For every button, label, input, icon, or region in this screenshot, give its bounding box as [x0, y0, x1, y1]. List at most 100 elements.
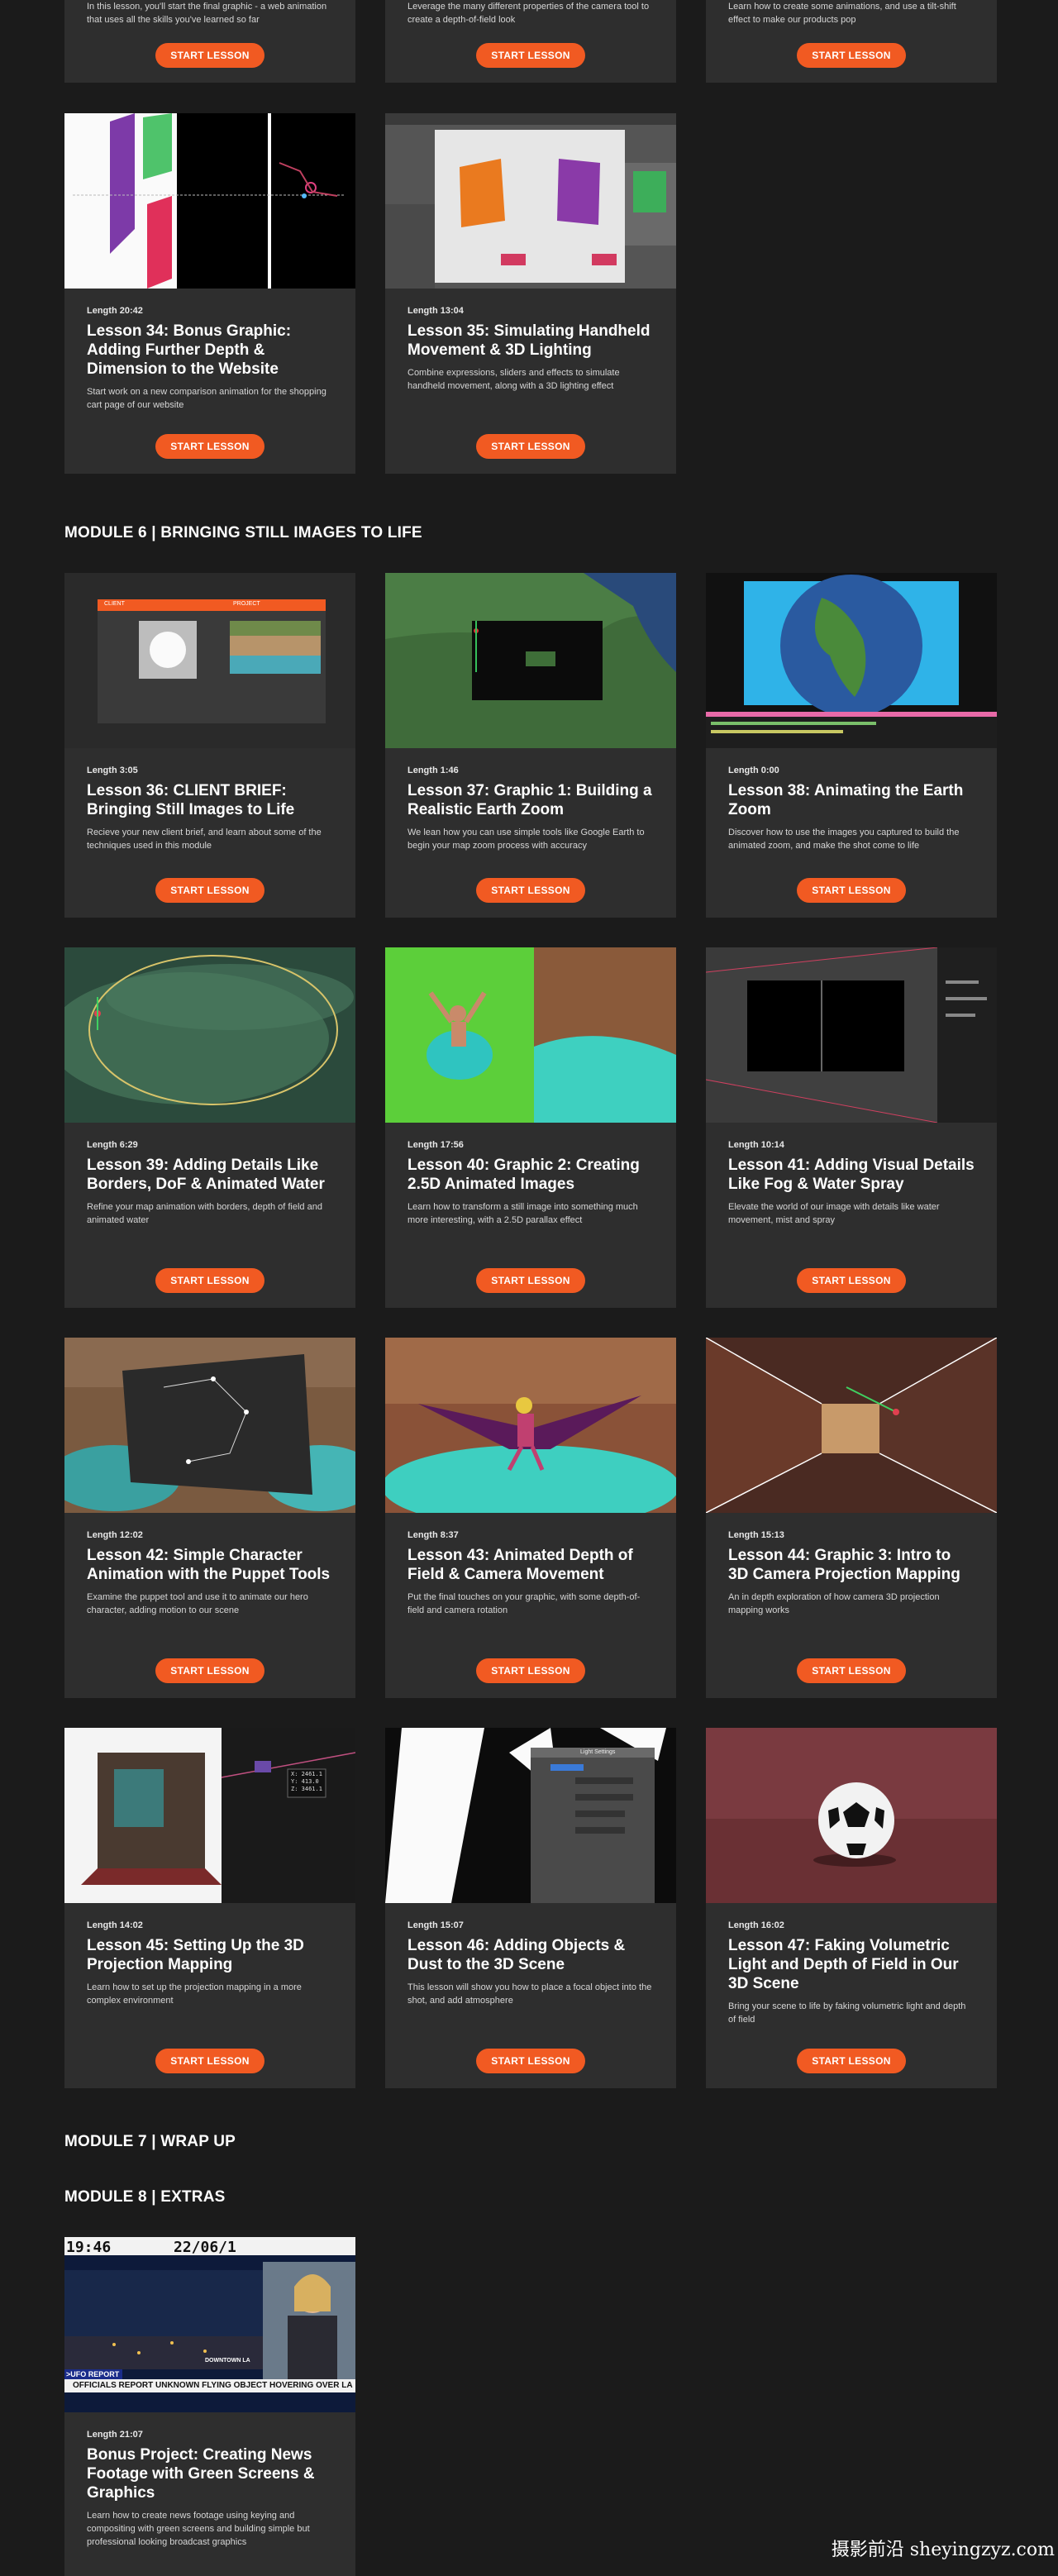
start-lesson-button[interactable]: START LESSON: [797, 878, 906, 903]
lesson-thumbnail[interactable]: [64, 113, 355, 289]
alley-image: [706, 1338, 997, 1513]
lesson-description: Learn how to set up the projection mappi…: [87, 1982, 302, 2006]
start-lesson-button[interactable]: START LESSON: [155, 1268, 264, 1293]
lesson-title[interactable]: Lesson 44: Graphic 3: Intro to 3D Camera…: [728, 1546, 975, 1584]
lesson-thumbnail[interactable]: 19:46 22/06/1 >UFO REPORT DOWNTOWN LA OF…: [64, 2237, 355, 2412]
lesson-thumbnail[interactable]: [385, 1338, 676, 1513]
lesson-description: Leverage the many different properties o…: [407, 2, 650, 25]
start-lesson-button[interactable]: START LESSON: [476, 1658, 585, 1683]
lesson-length: Length 10:14: [728, 1140, 784, 1150]
room-image: [64, 1728, 355, 1903]
module5-partial-row: In this lesson, you'll start the final g…: [64, 0, 997, 83]
lesson-title[interactable]: Lesson 36: CLIENT BRIEF: Bringing Still …: [87, 781, 333, 819]
readout-x: X: 2461.1: [291, 1771, 322, 1777]
lesson-description: Learn how to create news footage using k…: [87, 2511, 310, 2547]
lesson-description: Refine your map animation with borders, …: [87, 1202, 322, 1225]
start-lesson-button[interactable]: START LESSON: [476, 1268, 585, 1293]
puppet-image: [64, 1338, 355, 1513]
start-lesson-button[interactable]: START LESSON: [797, 1268, 906, 1293]
lesson-length: Length 12:02: [87, 1530, 143, 1540]
lesson-thumbnail[interactable]: [385, 947, 676, 1123]
lesson-title[interactable]: Lesson 46: Adding Objects & Dust to the …: [407, 1936, 654, 1974]
earth-map-image: [385, 573, 676, 748]
lesson-card: Length 20:42 Lesson 34: Bonus Graphic: A…: [64, 113, 355, 474]
lesson-description: Examine the puppet tool and use it to an…: [87, 1592, 308, 1615]
lesson-description: Put the final touches on your graphic, w…: [407, 1592, 641, 1615]
start-lesson-button[interactable]: START LESSON: [155, 2049, 264, 2073]
lesson-card: Learn how to create some animations, and…: [706, 0, 997, 83]
start-lesson-button[interactable]: START LESSON: [476, 43, 585, 68]
lesson-thumbnail[interactable]: Light Settings: [385, 1728, 676, 1903]
lesson-title[interactable]: Bonus Project: Creating News Footage wit…: [87, 2445, 333, 2502]
bird-man-image: [385, 1338, 676, 1513]
lesson-thumbnail[interactable]: [64, 947, 355, 1123]
coordinate-readout: X: 2461.1 Y: 413.0 Z: 3461.1: [291, 1771, 322, 1793]
lesson-length: Length 1:46: [407, 766, 459, 775]
start-lesson-button[interactable]: START LESSON: [155, 434, 264, 459]
lesson-card: Light Settings Length 15:07 Lesson 46: A…: [385, 1728, 676, 2088]
lesson-thumbnail[interactable]: CLIENT PROJECT: [64, 573, 355, 748]
lesson-title[interactable]: Lesson 45: Setting Up the 3D Projection …: [87, 1936, 333, 1974]
start-lesson-button[interactable]: START LESSON: [476, 2049, 585, 2073]
lesson-thumbnail[interactable]: [385, 113, 676, 289]
lesson-card: Leverage the many different properties o…: [385, 0, 676, 83]
lesson-length: Length 16:02: [728, 1920, 784, 1930]
lesson-card: Length 17:56 Lesson 40: Graphic 2: Creat…: [385, 947, 676, 1308]
start-lesson-button[interactable]: START LESSON: [155, 43, 264, 68]
lesson-title[interactable]: Lesson 38: Animating the Earth Zoom: [728, 781, 975, 819]
start-lesson-button[interactable]: START LESSON: [476, 878, 585, 903]
lesson-title[interactable]: Lesson 47: Faking Volumetric Light and D…: [728, 1936, 975, 1993]
lesson-title[interactable]: Lesson 42: Simple Character Animation wi…: [87, 1546, 333, 1584]
lesson-length: Length 8:37: [407, 1530, 459, 1540]
lesson-title[interactable]: Lesson 41: Adding Visual Details Like Fo…: [728, 1156, 975, 1194]
start-lesson-button[interactable]: START LESSON: [797, 43, 906, 68]
lesson-title[interactable]: Lesson 43: Animated Depth of Field & Cam…: [407, 1546, 654, 1584]
lesson-length: Length 20:42: [87, 306, 143, 316]
lesson-description: Learn how to create some animations, and…: [728, 2, 956, 25]
lesson-title[interactable]: Lesson 34: Bonus Graphic: Adding Further…: [87, 322, 333, 379]
lesson-thumbnail[interactable]: X: 2461.1 Y: 413.0 Z: 3461.1: [64, 1728, 355, 1903]
client-brief-image: [64, 573, 355, 748]
lesson-title[interactable]: Lesson 37: Graphic 1: Building a Realist…: [407, 781, 654, 819]
lesson-thumbnail[interactable]: [64, 1338, 355, 1513]
module8-grid: 19:46 22/06/1 >UFO REPORT DOWNTOWN LA OF…: [64, 2237, 997, 2576]
lesson-length: Length 3:05: [87, 766, 138, 775]
lesson-thumbnail[interactable]: [706, 1728, 997, 1903]
lesson-thumbnail[interactable]: [706, 573, 997, 748]
lesson-card: Length 0:00 Lesson 38: Animating the Ear…: [706, 573, 997, 918]
news-time: 19:46: [66, 2239, 112, 2256]
lesson-length: Length 15:13: [728, 1530, 784, 1540]
watermark: 摄影前沿 sheyingzyz.com: [831, 2540, 1055, 2560]
lesson-description: Recieve your new client brief, and learn…: [87, 828, 322, 851]
start-lesson-button[interactable]: START LESSON: [155, 1658, 264, 1683]
globe-image: [706, 573, 997, 748]
lesson-title[interactable]: Lesson 39: Adding Details Like Borders, …: [87, 1156, 333, 1194]
client-panel-label: CLIENT: [104, 601, 125, 607]
lesson-length: Length 15:07: [407, 1920, 464, 1930]
panel-title: Light Settings: [580, 1749, 616, 1755]
settings-panel-image: [385, 1728, 676, 1903]
lesson-card: Length 15:13 Lesson 44: Graphic 3: Intro…: [706, 1338, 997, 1698]
start-lesson-button[interactable]: START LESSON: [797, 1658, 906, 1683]
news-tag: >UFO REPORT: [66, 2370, 120, 2378]
start-lesson-button[interactable]: START LESSON: [476, 434, 585, 459]
start-lesson-button[interactable]: START LESSON: [155, 878, 264, 903]
lesson-description: Bring your scene to life by faking volum…: [728, 2001, 966, 2025]
lesson-length: Length 21:07: [87, 2430, 143, 2440]
lesson-thumbnail[interactable]: [385, 573, 676, 748]
lesson-description: Discover how to use the images you captu…: [728, 828, 960, 851]
lesson-title[interactable]: Lesson 35: Simulating Handheld Movement …: [407, 322, 654, 360]
dark-comp-image: [706, 947, 997, 1123]
start-lesson-button[interactable]: START LESSON: [797, 2049, 906, 2073]
lesson-description: In this lesson, you'll start the final g…: [87, 2, 327, 25]
lesson-description: Combine expressions, sliders and effects…: [407, 368, 620, 391]
readout-y: Y: 413.0: [291, 1778, 319, 1785]
lesson-thumbnail[interactable]: [706, 1338, 997, 1513]
lesson-description: This lesson will show you how to place a…: [407, 1982, 652, 2006]
project-panel-label: PROJECT: [233, 601, 260, 607]
lesson-card: Length 12:02 Lesson 42: Simple Character…: [64, 1338, 355, 1698]
jumper-image: [385, 947, 676, 1123]
lesson-card: X: 2461.1 Y: 413.0 Z: 3461.1 Length 14:0…: [64, 1728, 355, 2088]
lesson-title[interactable]: Lesson 40: Graphic 2: Creating 2.5D Anim…: [407, 1156, 654, 1194]
lesson-thumbnail[interactable]: [706, 947, 997, 1123]
